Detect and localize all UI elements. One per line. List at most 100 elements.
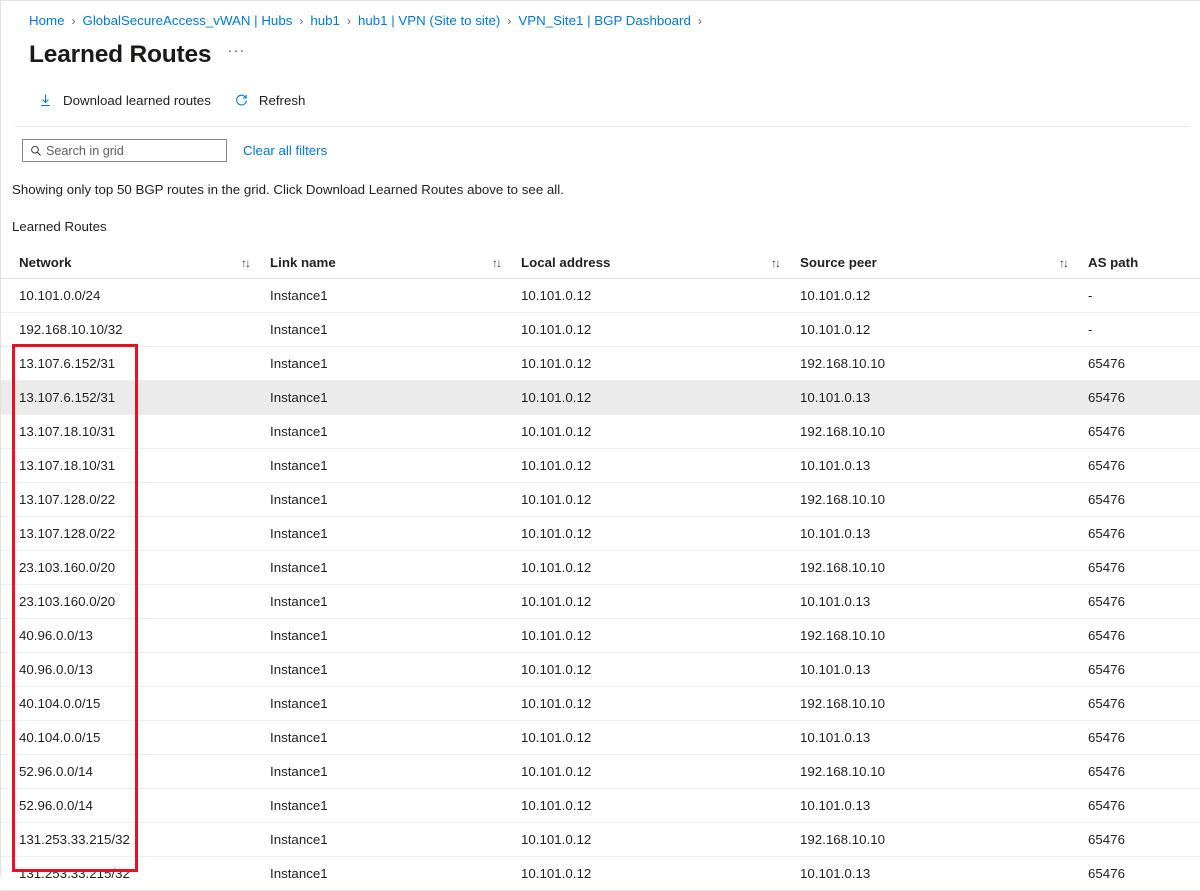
- download-learned-routes-button[interactable]: Download learned routes: [35, 85, 221, 115]
- search-input[interactable]: [46, 143, 211, 158]
- cell-local_address: 10.101.0.12: [521, 628, 592, 643]
- cell-local_address: 10.101.0.12: [521, 560, 592, 575]
- table-row[interactable]: 13.107.6.152/31 Instance1 10.101.0.12 10.10…: [1, 381, 1200, 415]
- cell-as_path: 65476: [1088, 662, 1125, 677]
- refresh-button[interactable]: Refresh: [231, 85, 316, 115]
- cell-link_name: Instance1: [270, 560, 328, 575]
- cell-as_path: 65476: [1088, 458, 1125, 473]
- breadcrumb-item-4[interactable]: VPN_Site1 | BGP Dashboard: [518, 12, 690, 30]
- cell-network: 13.107.18.10/31: [19, 458, 116, 473]
- cell-local_address: 10.101.0.12: [521, 526, 592, 541]
- table-row[interactable]: 13.107.18.10/31 Instance1 10.101.0.12 192.1…: [1, 415, 1200, 449]
- grid-column-header-local_address[interactable]: Local address ↑↓: [505, 255, 784, 270]
- breadcrumb-item-0[interactable]: Home: [29, 12, 64, 30]
- cell-local_address: 10.101.0.12: [521, 866, 592, 881]
- cell-link_name: Instance1: [270, 424, 328, 439]
- clear-all-filters-link[interactable]: Clear all filters: [243, 143, 327, 158]
- table-row[interactable]: 13.107.18.10/31 Instance1 10.101.0.12 10.10…: [1, 449, 1200, 483]
- cell-network: 23.103.160.0/20: [19, 560, 116, 575]
- grid-column-header-link_name[interactable]: Link name ↑↓: [254, 255, 505, 270]
- cell-as_path: 65476: [1088, 390, 1125, 405]
- cell-as_path: 65476: [1088, 526, 1125, 541]
- grid-column-header-source_peer[interactable]: Source peer ↑↓: [784, 255, 1072, 270]
- cell-local_address: 10.101.0.12: [521, 696, 592, 711]
- cell-local_address: 10.101.0.12: [521, 764, 592, 779]
- cell-link_name: Instance1: [270, 356, 328, 371]
- table-row[interactable]: 13.107.128.0/22 Instance1 10.101.0.12 10.10…: [1, 517, 1200, 551]
- cell-as_path: -: [1088, 288, 1093, 303]
- table-row[interactable]: 131.253.33.215/32 Instance1 10.101.0.12 192…: [1, 823, 1200, 857]
- table-row[interactable]: 52.96.0.0/14 Instance1 10.101.0.12 192.168.…: [1, 755, 1200, 789]
- breadcrumb-separator: ›: [507, 14, 512, 28]
- cell-source_peer: 10.101.0.12: [800, 322, 871, 337]
- grid-column-header-inner: Source peer ↑↓: [800, 255, 1072, 270]
- breadcrumb-separator: ›: [697, 14, 702, 28]
- grid-column-header-inner: AS path: [1088, 255, 1192, 270]
- cell-network: 52.96.0.0/14: [19, 764, 93, 779]
- search-box[interactable]: [22, 139, 227, 162]
- table-row[interactable]: 40.104.0.0/15 Instance1 10.101.0.12 10.101.…: [1, 721, 1200, 755]
- cell-network: 40.96.0.0/13: [19, 662, 93, 677]
- cell-network: 13.107.6.152/31: [19, 390, 116, 405]
- table-row[interactable]: 40.96.0.0/13 Instance1 10.101.0.12 192.168.…: [1, 619, 1200, 653]
- cell-as_path: 65476: [1088, 764, 1125, 779]
- cell-network: 131.253.33.215/32: [19, 832, 130, 847]
- grid-column-header-inner: Local address ↑↓: [521, 255, 784, 270]
- grid-column-header-label: Network: [19, 255, 72, 270]
- cell-network: 23.103.160.0/20: [19, 594, 116, 609]
- cell-local_address: 10.101.0.12: [521, 458, 592, 473]
- cell-link_name: Instance1: [270, 696, 328, 711]
- refresh-icon: [233, 92, 250, 109]
- cell-source_peer: 192.168.10.10: [800, 764, 886, 779]
- table-row[interactable]: 23.103.160.0/20 Instance1 10.101.0.12 10.10…: [1, 585, 1200, 619]
- cell-source_peer: 10.101.0.13: [800, 866, 871, 881]
- table-row[interactable]: 192.168.10.10/32 Instance1 10.101.0.12 10.1…: [1, 313, 1200, 347]
- page-title: Learned Routes: [29, 41, 212, 68]
- grid-header-row: Network ↑↓ Link name ↑↓ Local address ↑↓ Sourc…: [1, 247, 1200, 279]
- table-row[interactable]: 23.103.160.0/20 Instance1 10.101.0.12 192.1…: [1, 551, 1200, 585]
- grid-column-header-label: Link name: [270, 255, 336, 270]
- cell-network: 10.101.0.0/24: [19, 288, 101, 303]
- cell-local_address: 10.101.0.12: [521, 322, 592, 337]
- cell-source_peer: 192.168.10.10: [800, 696, 886, 711]
- grid-column-header-inner: Network ↑↓: [19, 255, 254, 270]
- cell-source_peer: 10.101.0.13: [800, 662, 871, 677]
- cell-link_name: Instance1: [270, 390, 328, 405]
- cell-link_name: Instance1: [270, 288, 328, 303]
- grid-caption: Learned Routes: [12, 219, 107, 234]
- breadcrumb-item-1[interactable]: GlobalSecureAccess_vWAN | Hubs: [82, 12, 292, 30]
- table-row[interactable]: 13.107.128.0/22 Instance1 10.101.0.12 192.1…: [1, 483, 1200, 517]
- cell-local_address: 10.101.0.12: [521, 730, 592, 745]
- sort-toggle-icon[interactable]: ↑↓: [492, 256, 502, 270]
- breadcrumb-item-3[interactable]: hub1 | VPN (Site to site): [358, 12, 500, 30]
- cell-local_address: 10.101.0.12: [521, 662, 592, 677]
- grid-column-header-network[interactable]: Network ↑↓: [1, 255, 254, 270]
- cell-network: 13.107.128.0/22: [19, 526, 116, 541]
- table-row[interactable]: 40.104.0.0/15 Instance1 10.101.0.12 192.168…: [1, 687, 1200, 721]
- cell-link_name: Instance1: [270, 764, 328, 779]
- table-row[interactable]: 10.101.0.0/24 Instance1 10.101.0.12 10.101.…: [1, 279, 1200, 313]
- table-row[interactable]: 52.96.0.0/14 Instance1 10.101.0.12 10.101.0…: [1, 789, 1200, 823]
- sort-toggle-icon[interactable]: ↑↓: [771, 256, 781, 270]
- cell-local_address: 10.101.0.12: [521, 356, 592, 371]
- cell-link_name: Instance1: [270, 730, 328, 745]
- sort-toggle-icon[interactable]: ↑↓: [241, 256, 251, 270]
- table-row[interactable]: 13.107.6.152/31 Instance1 10.101.0.12 192.1…: [1, 347, 1200, 381]
- cell-network: 131.253.33.215/32: [19, 866, 130, 881]
- cell-source_peer: 192.168.10.10: [800, 628, 886, 643]
- cell-source_peer: 192.168.10.10: [800, 492, 886, 507]
- more-options-button[interactable]: ···: [227, 43, 245, 66]
- cell-local_address: 10.101.0.12: [521, 390, 592, 405]
- breadcrumb-item-2[interactable]: hub1: [310, 12, 340, 30]
- table-row[interactable]: 131.253.33.215/32 Instance1 10.101.0.12 10.…: [1, 857, 1200, 891]
- cell-source_peer: 10.101.0.13: [800, 526, 871, 541]
- cell-local_address: 10.101.0.12: [521, 832, 592, 847]
- cell-as_path: 65476: [1088, 696, 1125, 711]
- sort-toggle-icon[interactable]: ↑↓: [1059, 256, 1069, 270]
- learned-routes-grid: Network ↑↓ Link name ↑↓ Local address ↑↓ Sourc…: [1, 247, 1200, 891]
- grid-column-header-as_path[interactable]: AS path: [1072, 255, 1192, 270]
- search-icon: [30, 145, 42, 157]
- table-row[interactable]: 40.96.0.0/13 Instance1 10.101.0.12 10.101.0…: [1, 653, 1200, 687]
- cell-network: 40.104.0.0/15: [19, 696, 101, 711]
- cell-local_address: 10.101.0.12: [521, 594, 592, 609]
